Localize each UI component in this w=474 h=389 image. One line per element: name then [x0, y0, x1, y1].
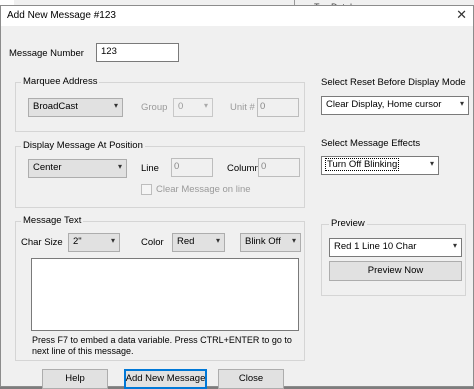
chevron-down-icon: ▾ — [429, 159, 434, 168]
marquee-address-title: Marquee Address — [21, 76, 100, 87]
column-label: Column — [227, 163, 260, 174]
clear-message-checkbox[interactable] — [141, 184, 152, 195]
add-message-dialog: Add New Message #123 ✕ Message Number 12… — [0, 5, 474, 389]
title-bar: Add New Message #123 ✕ — [1, 6, 473, 26]
marquee-address-value: BroadCast — [33, 101, 78, 112]
color-label: Color — [141, 237, 164, 248]
position-value: Center — [33, 162, 62, 173]
chevron-down-icon: ▾ — [291, 236, 296, 245]
group-select[interactable]: 0 ▾ — [173, 98, 213, 117]
message-number-input[interactable]: 123 — [96, 43, 179, 62]
preview-group — [321, 224, 466, 296]
chevron-down-icon: ▾ — [110, 236, 115, 245]
char-size-value: 2" — [73, 236, 82, 247]
unit-input[interactable]: 0 — [257, 98, 299, 117]
color-value: Red — [177, 236, 195, 247]
chevron-down-icon: ▾ — [117, 162, 122, 171]
hint-line-1: Press F7 to embed a data variable. Press… — [32, 335, 292, 345]
help-button[interactable]: Help — [42, 369, 108, 389]
blink-value: Blink Off — [245, 236, 281, 247]
chevron-down-icon: ▾ — [113, 101, 118, 110]
position-select[interactable]: Center ▾ — [28, 159, 127, 178]
line-input[interactable]: 0 — [171, 158, 213, 177]
chevron-down-icon: ▾ — [459, 99, 464, 108]
unit-label: Unit # — [230, 102, 255, 113]
char-size-select[interactable]: 2" ▾ — [68, 233, 120, 252]
display-position-title: Display Message At Position — [21, 140, 145, 151]
message-text-title: Message Text — [21, 215, 84, 226]
chevron-down-icon: ▾ — [203, 101, 208, 110]
hint-line-2: next line of this message. — [32, 346, 134, 356]
chevron-down-icon: ▾ — [452, 241, 457, 250]
preview-select[interactable]: Red 1 Line 10 Char ▾ — [329, 238, 462, 257]
preview-value: Red 1 Line 10 Char — [334, 241, 417, 252]
char-size-label: Char Size — [21, 237, 63, 248]
reset-mode-value: Clear Display, Home cursor — [326, 99, 442, 110]
preview-now-button[interactable]: Preview Now — [329, 261, 462, 281]
close-icon[interactable]: ✕ — [456, 8, 467, 22]
effects-select[interactable]: Turn Off Blinking ▾ — [321, 156, 439, 175]
blink-select[interactable]: Blink Off ▾ — [240, 233, 301, 252]
color-select[interactable]: Red ▾ — [172, 233, 225, 252]
message-text-area[interactable] — [31, 258, 299, 331]
chevron-down-icon: ▾ — [215, 236, 220, 245]
effects-value: Turn Off Blinking — [324, 158, 400, 171]
dialog-title: Add New Message #123 — [7, 10, 116, 21]
column-input[interactable]: 0 — [258, 158, 300, 177]
reset-mode-select[interactable]: Clear Display, Home cursor ▾ — [321, 96, 469, 115]
group-value: 0 — [178, 101, 184, 112]
group-label: Group — [141, 102, 168, 113]
message-number-label: Message Number — [9, 48, 84, 59]
close-button[interactable]: Close — [218, 369, 284, 389]
clear-message-label: Clear Message on line — [156, 184, 251, 195]
preview-title: Preview — [329, 218, 367, 229]
effects-label: Select Message Effects — [321, 138, 421, 149]
reset-mode-label: Select Reset Before Display Mode — [321, 77, 466, 88]
marquee-address-select[interactable]: BroadCast ▾ — [28, 98, 123, 117]
line-label: Line — [141, 163, 159, 174]
add-new-message-button[interactable]: Add New Message — [124, 369, 207, 389]
